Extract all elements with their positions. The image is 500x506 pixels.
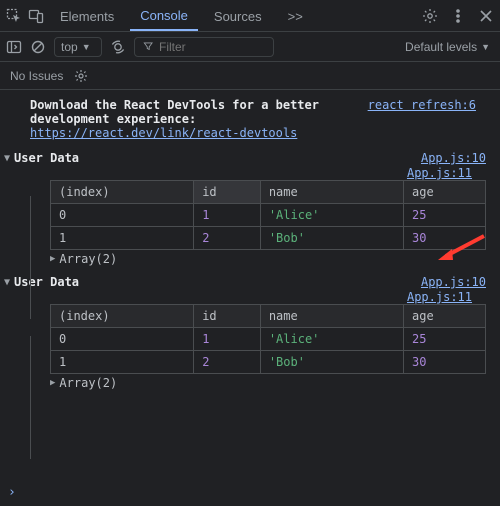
table-row: 1 2 'Bob' 30 bbox=[51, 351, 486, 374]
execution-context-label: top bbox=[61, 40, 78, 54]
source-link[interactable]: react refresh:6 bbox=[368, 98, 490, 112]
table-header-row: (index) id name age bbox=[51, 181, 486, 204]
tabs-overflow[interactable]: >> bbox=[278, 2, 313, 30]
source-link[interactable]: App.js:10 bbox=[421, 151, 500, 165]
log-levels-label: Default levels bbox=[405, 40, 477, 54]
source-link[interactable]: App.js:10 bbox=[421, 275, 500, 289]
tab-elements[interactable]: Elements bbox=[50, 2, 124, 30]
log-levels-selector[interactable]: Default levels ▼ bbox=[405, 40, 494, 54]
execution-context-selector[interactable]: top ▼ bbox=[54, 37, 102, 57]
filter-input[interactable] bbox=[159, 40, 265, 54]
col-id[interactable]: id bbox=[194, 181, 261, 204]
console-sidebar-icon[interactable] bbox=[6, 39, 22, 55]
console-table: (index) id name age 0 1 'Alice' 25 1 2 '… bbox=[50, 304, 486, 374]
clear-console-icon[interactable] bbox=[30, 39, 46, 55]
group-caret-icon[interactable]: ▼ bbox=[0, 153, 14, 164]
source-link[interactable]: App.js:11 bbox=[407, 290, 486, 304]
col-index[interactable]: (index) bbox=[51, 181, 194, 204]
table-row: 0 1 'Alice' 25 bbox=[51, 204, 486, 227]
table-row: 0 1 'Alice' 25 bbox=[51, 328, 486, 351]
annotation-arrow-icon bbox=[436, 234, 486, 262]
devtools-tabbar: Elements Console Sources >> bbox=[0, 0, 500, 32]
console-prompt-icon[interactable]: › bbox=[8, 485, 16, 500]
console-group: ▼ User Data App.js:10 App.js:11 (index) … bbox=[0, 272, 500, 396]
issues-bar: No Issues bbox=[0, 62, 500, 90]
console-toolbar: top ▼ Default levels ▼ bbox=[0, 32, 500, 62]
no-issues-label[interactable]: No Issues bbox=[10, 69, 63, 83]
inspect-icon[interactable] bbox=[6, 8, 22, 24]
indent-guide bbox=[30, 336, 31, 459]
chevron-down-icon: ▼ bbox=[82, 42, 95, 52]
banner-line: Download the React DevTools for a better bbox=[30, 98, 319, 112]
react-banner: react refresh:6 Download the React DevTo… bbox=[0, 94, 500, 148]
close-icon[interactable] bbox=[478, 8, 494, 24]
react-devtools-link[interactable]: https://react.dev/link/react-devtools bbox=[30, 126, 297, 140]
tab-sources[interactable]: Sources bbox=[204, 2, 272, 30]
array-summary[interactable]: Array(2) bbox=[59, 252, 117, 266]
banner-line: development experience: bbox=[30, 112, 196, 126]
group-title: User Data bbox=[14, 151, 79, 165]
col-name[interactable]: name bbox=[260, 181, 403, 204]
expand-caret-icon[interactable]: ▶ bbox=[50, 254, 59, 264]
col-id[interactable]: id bbox=[194, 305, 261, 328]
indent-guide bbox=[30, 196, 31, 319]
expand-caret-icon[interactable]: ▶ bbox=[50, 378, 59, 388]
filter-icon bbox=[143, 41, 153, 53]
col-age[interactable]: age bbox=[404, 181, 486, 204]
group-title: User Data bbox=[14, 275, 79, 289]
device-toolbar-icon[interactable] bbox=[28, 8, 44, 24]
col-age[interactable]: age bbox=[404, 305, 486, 328]
console-group: ▼ User Data App.js:10 App.js:11 (index) … bbox=[0, 148, 500, 272]
more-vert-icon[interactable] bbox=[450, 8, 466, 24]
console-table: (index) id name age 0 1 'Alice' 25 1 2 '… bbox=[50, 180, 486, 250]
chevron-down-icon: ▼ bbox=[481, 42, 494, 52]
table-row: 1 2 'Bob' 30 bbox=[51, 227, 486, 250]
settings-icon[interactable] bbox=[422, 8, 438, 24]
tab-console[interactable]: Console bbox=[130, 1, 198, 31]
col-name[interactable]: name bbox=[260, 305, 403, 328]
source-link[interactable]: App.js:11 bbox=[407, 166, 486, 180]
array-summary[interactable]: Array(2) bbox=[59, 376, 117, 390]
live-expression-icon[interactable] bbox=[110, 39, 126, 55]
settings-small-icon[interactable] bbox=[73, 68, 89, 84]
col-index[interactable]: (index) bbox=[51, 305, 194, 328]
console-body: react refresh:6 Download the React DevTo… bbox=[0, 90, 500, 400]
table-header-row: (index) id name age bbox=[51, 305, 486, 328]
group-caret-icon[interactable]: ▼ bbox=[0, 277, 14, 288]
filter-input-wrap[interactable] bbox=[134, 37, 274, 57]
